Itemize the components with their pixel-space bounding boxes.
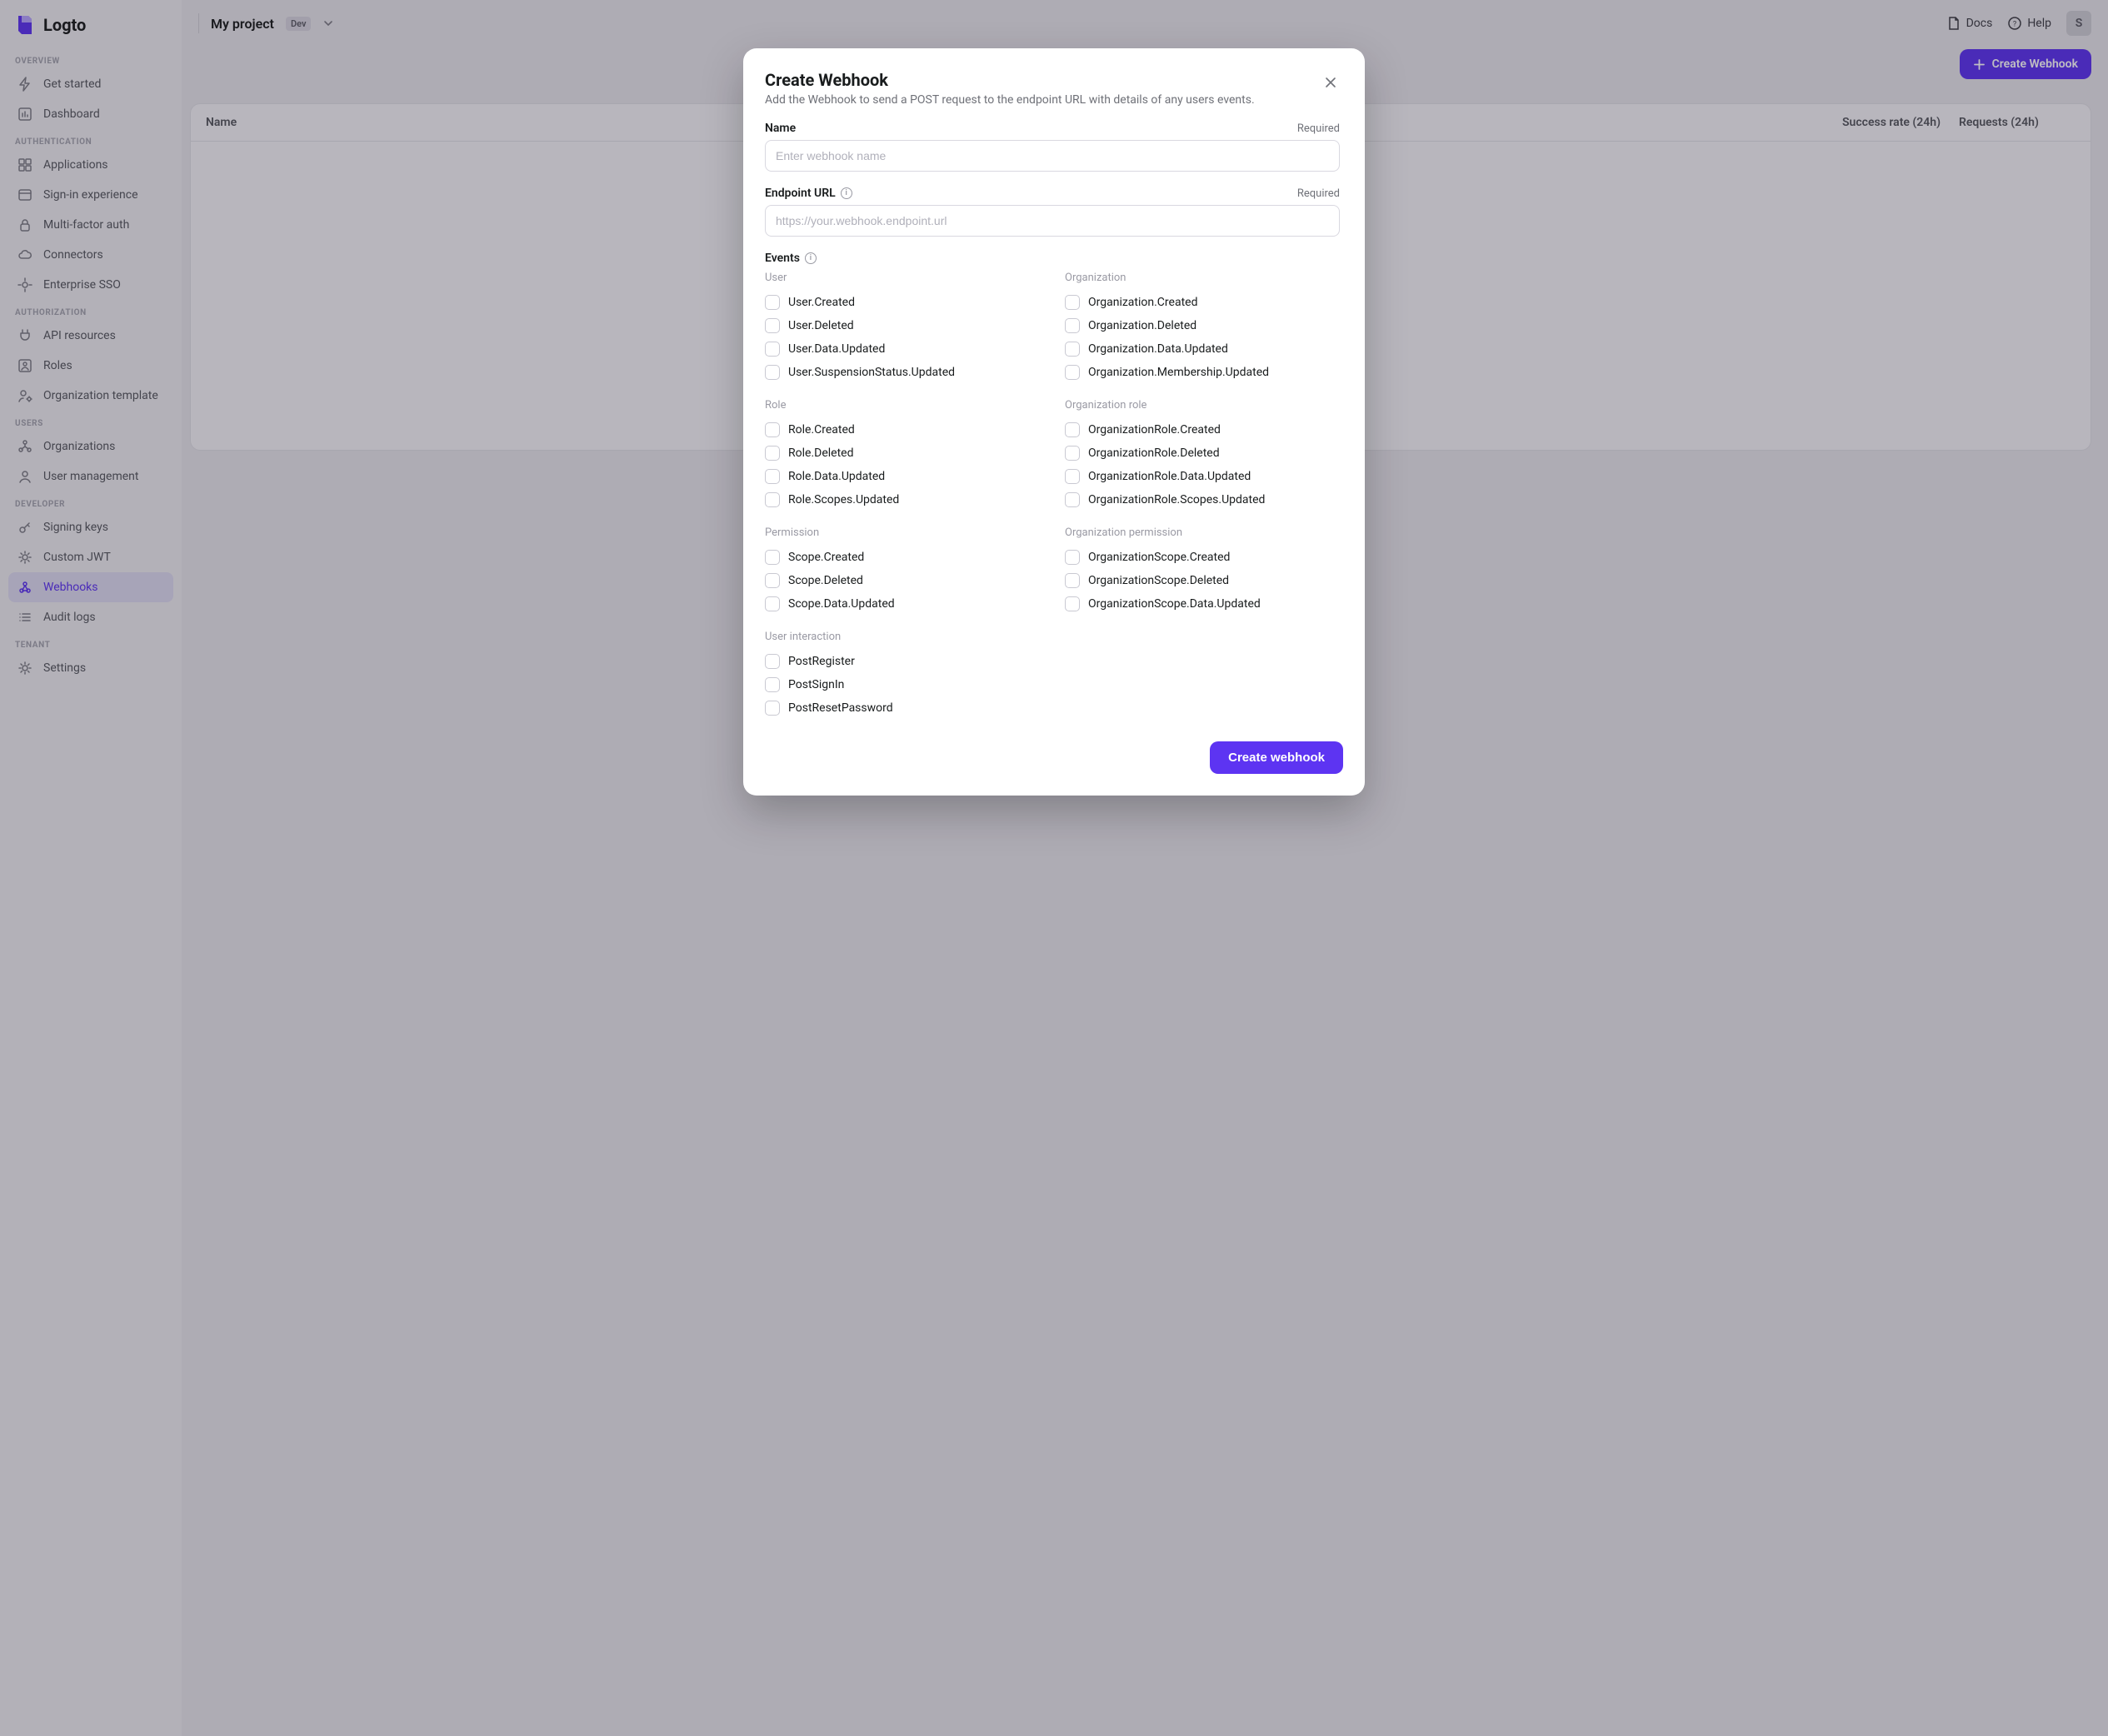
checkbox-icon [1065, 492, 1080, 507]
event-checkbox-organizationrole-data-updated[interactable]: OrganizationRole.Data.Updated [1065, 465, 1340, 488]
event-label: Organization.Membership.Updated [1088, 366, 1269, 379]
checkbox-icon [765, 596, 780, 611]
checkbox-icon [765, 677, 780, 692]
close-icon [1324, 76, 1337, 89]
info-icon[interactable]: i [841, 187, 852, 199]
checkbox-icon [1065, 365, 1080, 380]
checkbox-icon [765, 342, 780, 357]
endpoint-input[interactable] [765, 205, 1340, 237]
checkbox-icon [1065, 318, 1080, 333]
event-label: Role.Created [788, 423, 855, 436]
event-label: Role.Data.Updated [788, 470, 885, 483]
checkbox-icon [765, 550, 780, 565]
event-label: Scope.Created [788, 551, 864, 564]
event-checkbox-role-data-updated[interactable]: Role.Data.Updated [765, 465, 1040, 488]
checkbox-icon [1065, 446, 1080, 461]
event-label: Scope.Deleted [788, 574, 863, 587]
event-checkbox-organizationrole-deleted[interactable]: OrganizationRole.Deleted [1065, 441, 1340, 465]
checkbox-icon [765, 654, 780, 669]
event-checkbox-organization-data-updated[interactable]: Organization.Data.Updated [1065, 337, 1340, 361]
event-checkbox-organizationrole-scopes-updated[interactable]: OrganizationRole.Scopes.Updated [1065, 488, 1340, 511]
endpoint-label: Endpoint URL i [765, 187, 852, 200]
event-label: PostSignIn [788, 678, 844, 691]
checkbox-icon [765, 422, 780, 437]
event-checkbox-organizationscope-created[interactable]: OrganizationScope.Created [1065, 546, 1340, 569]
checkbox-icon [1065, 469, 1080, 484]
modal-overlay[interactable]: Create Webhook Add the Webhook to send a… [0, 0, 2108, 1736]
create-webhook-submit[interactable]: Create webhook [1210, 741, 1343, 774]
event-label: PostRegister [788, 655, 855, 668]
event-label: OrganizationScope.Created [1088, 551, 1230, 564]
checkbox-icon [1065, 573, 1080, 588]
event-label: Organization.Created [1088, 296, 1197, 309]
event-checkbox-postregister[interactable]: PostRegister [765, 650, 1040, 673]
modal-subtitle: Add the Webhook to send a POST request t… [765, 93, 1255, 107]
event-checkbox-user-created[interactable]: User.Created [765, 291, 1040, 314]
event-checkbox-organizationscope-data-updated[interactable]: OrganizationScope.Data.Updated [1065, 592, 1340, 616]
event-label: OrganizationRole.Scopes.Updated [1088, 493, 1265, 506]
event-group-label: User [765, 272, 1040, 284]
event-label: OrganizationRole.Data.Updated [1088, 470, 1251, 483]
event-group-label: Organization [1065, 272, 1340, 284]
checkbox-icon [1065, 342, 1080, 357]
event-checkbox-user-deleted[interactable]: User.Deleted [765, 314, 1040, 337]
required-indicator: Required [1297, 122, 1340, 135]
checkbox-icon [765, 492, 780, 507]
checkbox-icon [765, 365, 780, 380]
checkbox-icon [765, 469, 780, 484]
checkbox-icon [765, 573, 780, 588]
checkbox-icon [765, 446, 780, 461]
event-label: OrganizationRole.Deleted [1088, 446, 1220, 460]
info-icon[interactable]: i [805, 252, 817, 264]
event-group-label: Role [765, 399, 1040, 412]
event-checkbox-organization-membership-updated[interactable]: Organization.Membership.Updated [1065, 361, 1340, 384]
event-label: Role.Deleted [788, 446, 853, 460]
event-checkbox-scope-deleted[interactable]: Scope.Deleted [765, 569, 1040, 592]
event-checkbox-organizationrole-created[interactable]: OrganizationRole.Created [1065, 418, 1340, 441]
event-checkbox-role-deleted[interactable]: Role.Deleted [765, 441, 1040, 465]
event-checkbox-scope-created[interactable]: Scope.Created [765, 546, 1040, 569]
event-checkbox-role-scopes-updated[interactable]: Role.Scopes.Updated [765, 488, 1040, 511]
checkbox-icon [765, 295, 780, 310]
event-label: PostResetPassword [788, 701, 893, 715]
event-label: User.Created [788, 296, 855, 309]
event-checkbox-organization-deleted[interactable]: Organization.Deleted [1065, 314, 1340, 337]
checkbox-icon [1065, 596, 1080, 611]
name-input[interactable] [765, 140, 1340, 172]
event-group-label: Organization permission [1065, 526, 1340, 539]
event-group-label: Organization role [1065, 399, 1340, 412]
events-label: Events i [765, 252, 1340, 265]
event-label: Scope.Data.Updated [788, 597, 895, 611]
event-label: OrganizationRole.Created [1088, 423, 1221, 436]
event-label: User.Deleted [788, 319, 854, 332]
event-checkbox-user-data-updated[interactable]: User.Data.Updated [765, 337, 1040, 361]
create-webhook-modal: Create Webhook Add the Webhook to send a… [743, 48, 1365, 796]
close-button[interactable] [1318, 70, 1343, 95]
event-group-label: Permission [765, 526, 1040, 539]
event-checkbox-organizationscope-deleted[interactable]: OrganizationScope.Deleted [1065, 569, 1340, 592]
name-label: Name [765, 122, 796, 135]
event-checkbox-postresetpassword[interactable]: PostResetPassword [765, 696, 1040, 720]
modal-title: Create Webhook [765, 70, 1255, 90]
event-label: Organization.Data.Updated [1088, 342, 1228, 356]
checkbox-icon [765, 318, 780, 333]
required-indicator: Required [1297, 187, 1340, 200]
event-label: User.SuspensionStatus.Updated [788, 366, 955, 379]
event-label: OrganizationScope.Deleted [1088, 574, 1229, 587]
event-checkbox-user-suspensionstatus-updated[interactable]: User.SuspensionStatus.Updated [765, 361, 1040, 384]
checkbox-icon [1065, 295, 1080, 310]
event-checkbox-organization-created[interactable]: Organization.Created [1065, 291, 1340, 314]
checkbox-icon [765, 701, 780, 716]
checkbox-icon [1065, 422, 1080, 437]
event-checkbox-scope-data-updated[interactable]: Scope.Data.Updated [765, 592, 1040, 616]
event-group-label: User interaction [765, 631, 1040, 643]
event-label: Organization.Deleted [1088, 319, 1196, 332]
event-label: Role.Scopes.Updated [788, 493, 899, 506]
event-label: User.Data.Updated [788, 342, 885, 356]
checkbox-icon [1065, 550, 1080, 565]
event-checkbox-postsignin[interactable]: PostSignIn [765, 673, 1040, 696]
event-label: OrganizationScope.Data.Updated [1088, 597, 1261, 611]
event-checkbox-role-created[interactable]: Role.Created [765, 418, 1040, 441]
